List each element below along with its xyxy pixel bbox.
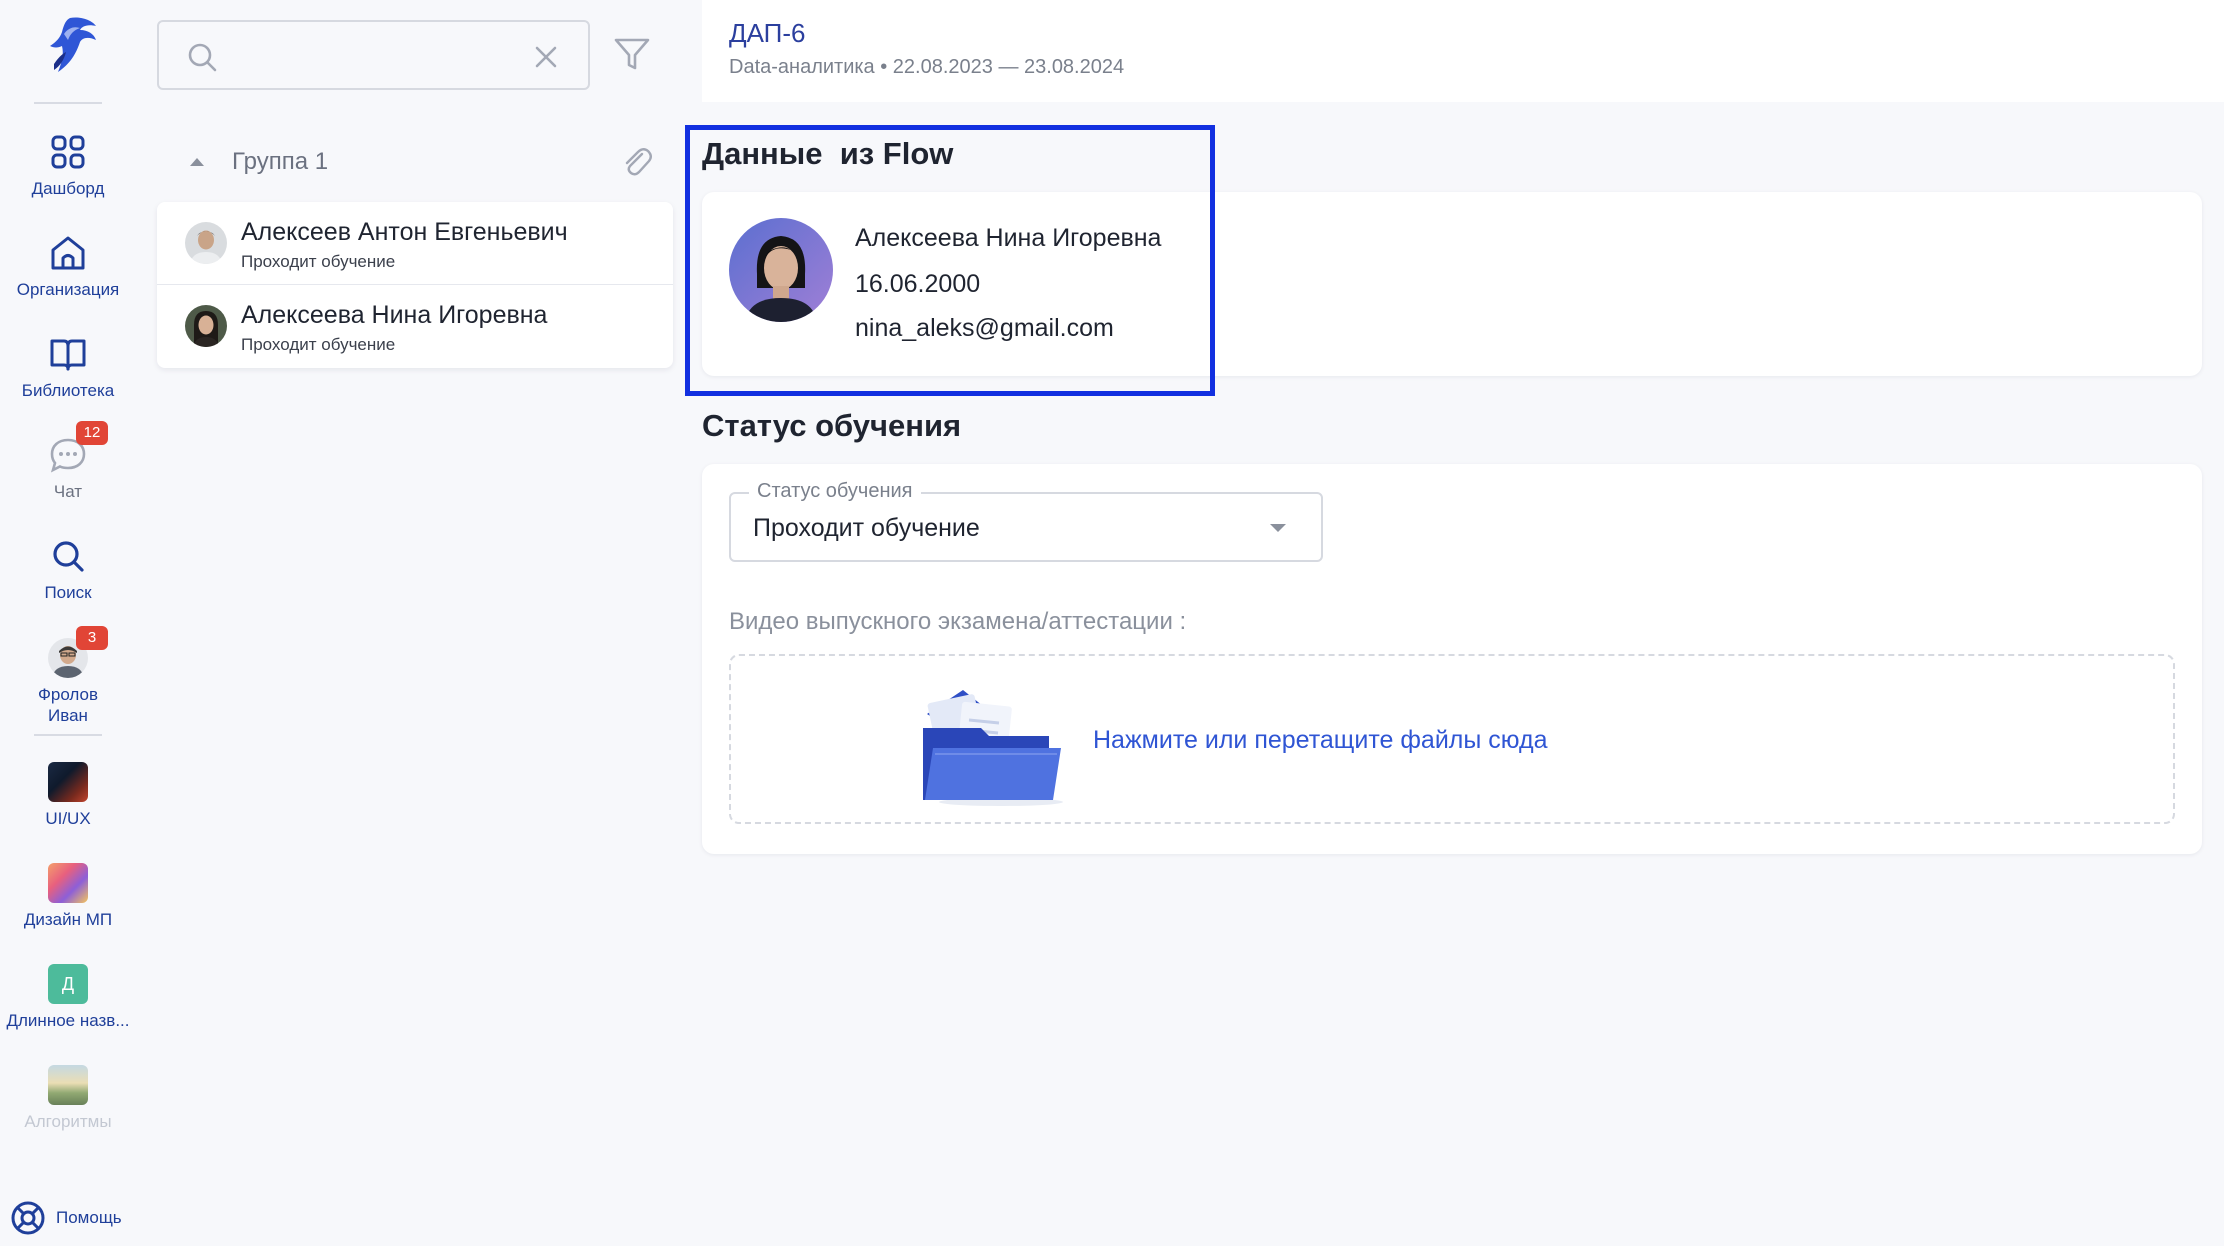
rail-item-chat[interactable]: 12 Чат bbox=[0, 421, 136, 502]
rail-item-label: UI/UX bbox=[45, 809, 91, 828]
dropzone-text: Нажмите или перетащите файлы сюда bbox=[1093, 726, 1548, 754]
dashboard-icon bbox=[48, 132, 88, 172]
rail-item-label: Поиск bbox=[44, 583, 92, 602]
rail-divider bbox=[34, 734, 102, 736]
close-icon[interactable] bbox=[529, 40, 563, 74]
rail-item-label: Дашборд bbox=[31, 179, 105, 198]
chevron-down-icon bbox=[1270, 524, 1286, 532]
search-input[interactable] bbox=[231, 36, 511, 76]
avatar bbox=[185, 305, 227, 347]
rail-item-label: Дизайн МП bbox=[23, 910, 113, 929]
flow-person-name: Алексеева Нина Игоревна bbox=[855, 224, 1162, 252]
avatar bbox=[729, 218, 833, 322]
status-section-title: Статус обучения bbox=[702, 408, 962, 443]
rail-item-dashboard[interactable]: Дашборд bbox=[0, 132, 136, 199]
search-field[interactable] bbox=[157, 20, 590, 90]
search-icon bbox=[188, 43, 217, 72]
status-select-label: Статус обучения bbox=[749, 480, 921, 503]
left-rail: Дашборд Организация Библиотека 12 Чат По… bbox=[0, 0, 136, 1246]
profile-notification-badge: 3 bbox=[76, 626, 108, 650]
video-upload-label: Видео выпускного экзамена/аттестации : bbox=[729, 608, 1187, 635]
rail-item-label: Организация bbox=[16, 280, 120, 299]
rail-item-organization[interactable]: Организация bbox=[0, 233, 136, 300]
folder-upload-icon bbox=[923, 690, 1063, 806]
help-label: Помощь bbox=[56, 1208, 122, 1227]
rail-item-label: Фролов bbox=[37, 685, 99, 704]
list-item[interactable]: Алексеева Нина Игоревна Проходит обучени… bbox=[157, 285, 673, 368]
rail-item-label: Алгоритмы bbox=[24, 1112, 112, 1131]
status-card: Статус обучения Проходит обучение Видео … bbox=[702, 464, 2202, 854]
course-title[interactable]: ДАП-6 bbox=[729, 18, 805, 49]
rail-item-label: Библиотека bbox=[21, 381, 115, 400]
algorithms-thumbnail bbox=[48, 1065, 88, 1105]
rail-item-design-mp[interactable]: Дизайн МП bbox=[0, 863, 136, 930]
filter-icon[interactable] bbox=[612, 34, 652, 74]
list-item[interactable]: Алексеев Антон Евгеньевич Проходит обуче… bbox=[157, 202, 673, 285]
search-icon bbox=[48, 536, 88, 576]
rail-item-long-name[interactable]: Д Длинное назв... bbox=[0, 964, 136, 1031]
rail-item-label: Чат bbox=[53, 482, 83, 501]
uiux-thumbnail bbox=[48, 762, 88, 802]
rail-item-label: Иван bbox=[48, 706, 88, 725]
app-logo-icon[interactable] bbox=[40, 14, 100, 76]
course-subtitle: Data-аналитика • 22.08.2023 — 23.08.2024 bbox=[729, 56, 1125, 78]
book-icon bbox=[48, 334, 88, 374]
person-status: Проходит обучение bbox=[241, 252, 396, 271]
flow-email: nina_aleks@gmail.com bbox=[855, 314, 1114, 342]
chat-unread-badge: 12 bbox=[76, 421, 108, 445]
status-select[interactable]: Статус обучения Проходит обучение bbox=[729, 480, 1323, 562]
avatar bbox=[185, 222, 227, 264]
group-title: Группа 1 bbox=[232, 148, 329, 175]
avatar: 3 bbox=[48, 626, 108, 678]
long-name-thumbnail: Д bbox=[48, 964, 88, 1004]
status-select-value: Проходит обучение bbox=[753, 514, 980, 542]
chat-icon: 12 bbox=[48, 421, 108, 475]
rail-item-uiux[interactable]: UI/UX bbox=[0, 762, 136, 829]
group-header[interactable]: Группа 1 bbox=[186, 144, 656, 180]
flow-section-title: Данные из Flow bbox=[702, 136, 954, 171]
rail-item-library[interactable]: Библиотека bbox=[0, 334, 136, 401]
paperclip-icon[interactable] bbox=[620, 144, 656, 180]
people-list: Алексеев Антон Евгеньевич Проходит обуче… bbox=[157, 202, 673, 368]
caret-up-icon bbox=[190, 158, 204, 166]
lifebuoy-icon bbox=[11, 1201, 45, 1235]
course-header: ДАП-6 Data-аналитика • 22.08.2023 — 23.0… bbox=[702, 0, 2224, 102]
flow-data-card: Алексеева Нина Игоревна 16.06.2000 nina_… bbox=[702, 192, 2202, 376]
person-name: Алексеев Антон Евгеньевич bbox=[241, 218, 568, 246]
rail-divider bbox=[34, 102, 102, 104]
home-icon bbox=[48, 233, 88, 273]
flow-birth-date: 16.06.2000 bbox=[855, 270, 981, 298]
person-name: Алексеева Нина Игоревна bbox=[241, 301, 548, 329]
design-mp-thumbnail bbox=[48, 863, 88, 903]
rail-item-algorithms[interactable]: Алгоритмы bbox=[0, 1065, 136, 1132]
help-link[interactable]: Помощь bbox=[10, 1200, 122, 1236]
rail-item-label: Длинное назв... bbox=[6, 1011, 130, 1030]
file-dropzone[interactable]: Нажмите или перетащите файлы сюда bbox=[729, 654, 2175, 824]
rail-item-search[interactable]: Поиск bbox=[0, 536, 136, 603]
rail-item-profile[interactable]: 3 Фролов Иван bbox=[0, 626, 136, 726]
person-status: Проходит обучение bbox=[241, 335, 396, 354]
